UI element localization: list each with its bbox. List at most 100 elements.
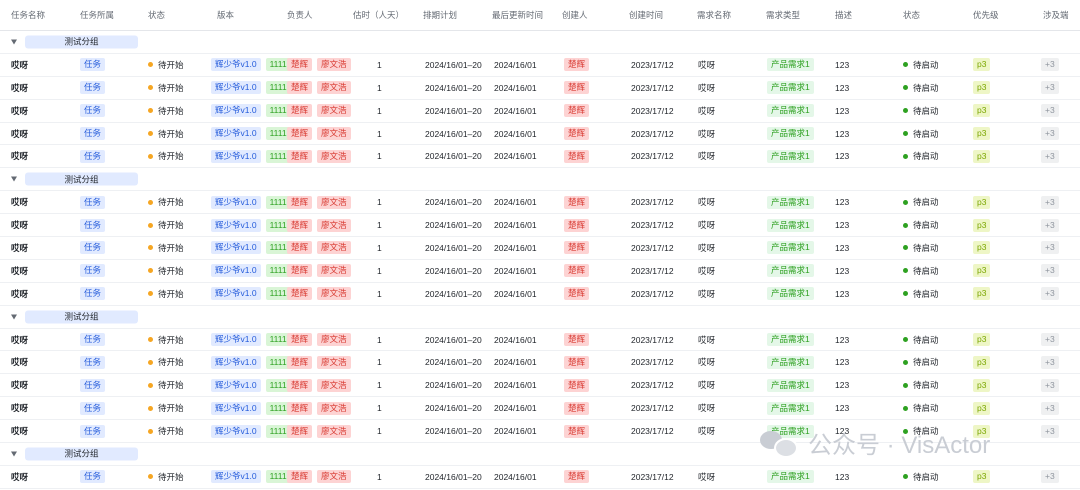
column-header[interactable]: 创建人 [562, 0, 588, 30]
cell-req-name[interactable]: 哎呀 [698, 54, 715, 76]
cell-owner[interactable]: 楚辉 廖文浩 [287, 466, 351, 488]
cell-created[interactable]: 2023/17/12 [631, 351, 674, 373]
cell-status[interactable]: 待开始 [148, 123, 184, 145]
cell-req-name[interactable]: 哎呀 [698, 420, 715, 442]
cell-status[interactable]: 待开始 [148, 54, 184, 76]
cell-schedule[interactable]: 2024/16/01–20 [425, 77, 482, 99]
cell-version[interactable]: 辉少爷v1.0 1111 [211, 260, 291, 282]
cell-task-name[interactable]: 哎呀 [11, 329, 28, 351]
cell-owner[interactable]: 楚辉 廖文浩 [287, 237, 351, 259]
cell-creator[interactable]: 楚辉 [564, 191, 590, 213]
cell-updated[interactable]: 2024/16/01 [494, 145, 537, 167]
caret-down-icon[interactable] [11, 314, 17, 320]
cell-version[interactable]: 辉少爷v1.0 1111 [211, 237, 291, 259]
cell-creator[interactable]: 楚辉 [564, 100, 590, 122]
table-row[interactable]: 哎呀 任务 待开始 辉少爷v1.0 1111 楚辉 廖文浩 1 2024/16/01–20 202… [0, 145, 1080, 169]
cell-created[interactable]: 2023/17/12 [631, 397, 674, 419]
cell-schedule[interactable]: 2024/16/01–20 [425, 260, 482, 282]
cell-created[interactable]: 2023/17/12 [631, 283, 674, 305]
cell-status2[interactable]: 待启动 [903, 397, 939, 419]
cell-owner[interactable]: 楚辉 廖文浩 [287, 374, 351, 396]
cell-version[interactable]: 辉少爷v1.0 1111 [211, 420, 291, 442]
cell-schedule[interactable]: 2024/16/01–20 [425, 191, 482, 213]
group-header[interactable]: 测试分组 [0, 168, 1080, 192]
cell-req-name[interactable]: 哎呀 [698, 466, 715, 488]
group-header[interactable]: 测试分组 [0, 31, 1080, 54]
cell-version[interactable]: 辉少爷v1.0 1111 [211, 329, 291, 351]
cell-belongs[interactable]: 任务 [80, 123, 106, 145]
cell-version[interactable]: 辉少爷v1.0 1111 [211, 397, 291, 419]
caret-down-icon[interactable] [11, 451, 17, 457]
cell-req-name[interactable]: 哎呀 [698, 214, 715, 236]
cell-creator[interactable]: 楚辉 [564, 397, 590, 419]
table-row[interactable]: 哎呀 任务 待开始 辉少爷v1.0 1111 楚辉 廖文浩 1 2024/16/01–20 202… [0, 100, 1080, 123]
cell-owner[interactable]: 楚辉 廖文浩 [287, 329, 351, 351]
cell-version[interactable]: 辉少爷v1.0 1111 [211, 191, 291, 213]
cell-owner[interactable]: 楚辉 廖文浩 [287, 145, 351, 167]
column-header[interactable]: 优先级 [973, 0, 999, 30]
cell-owner[interactable]: 楚辉 廖文浩 [287, 397, 351, 419]
cell-priority[interactable]: p3 [973, 77, 991, 99]
cell-req-type[interactable]: 产品需求1 [767, 466, 814, 488]
cell-belongs[interactable]: 任务 [80, 191, 106, 213]
cell-req-name[interactable]: 哎呀 [698, 374, 715, 396]
cell-belongs[interactable]: 任务 [80, 214, 106, 236]
cell-task-name[interactable]: 哎呀 [11, 397, 28, 419]
cell-platforms[interactable]: +3 [1041, 123, 1059, 145]
cell-status[interactable]: 待开始 [148, 351, 184, 373]
cell-priority[interactable]: p3 [973, 123, 991, 145]
cell-schedule[interactable]: 2024/16/01–20 [425, 397, 482, 419]
table-row[interactable]: 哎呀 任务 待开始 辉少爷v1.0 1111 楚辉 廖文浩 1 2024/16/01–20 202… [0, 374, 1080, 398]
cell-priority[interactable]: p3 [973, 283, 991, 305]
cell-updated[interactable]: 2024/16/01 [494, 283, 537, 305]
cell-estimate[interactable]: 1 [377, 466, 382, 488]
column-header[interactable]: 最后更新时间 [492, 0, 543, 30]
cell-version[interactable]: 辉少爷v1.0 1111 [211, 466, 291, 488]
table-row[interactable]: 哎呀 任务 待开始 辉少爷v1.0 1111 楚辉 廖文浩 1 2024/16/01–20 202… [0, 191, 1080, 215]
table-row[interactable]: 哎呀 任务 待开始 辉少爷v1.0 1111 楚辉 廖文浩 1 2024/16/01–20 202… [0, 260, 1080, 283]
column-header[interactable]: 排期计划 [423, 0, 457, 30]
cell-task-name[interactable]: 哎呀 [11, 237, 28, 259]
cell-estimate[interactable]: 1 [377, 145, 382, 167]
cell-updated[interactable]: 2024/16/01 [494, 237, 537, 259]
cell-platforms[interactable]: +3 [1041, 420, 1059, 442]
cell-status[interactable]: 待开始 [148, 260, 184, 282]
cell-estimate[interactable]: 1 [377, 420, 382, 442]
cell-schedule[interactable]: 2024/16/01–20 [425, 420, 482, 442]
cell-desc[interactable]: 123 [835, 237, 849, 259]
cell-updated[interactable]: 2024/16/01 [494, 397, 537, 419]
cell-req-type[interactable]: 产品需求1 [767, 54, 814, 76]
cell-platforms[interactable]: +3 [1041, 397, 1059, 419]
cell-schedule[interactable]: 2024/16/01–20 [425, 100, 482, 122]
cell-belongs[interactable]: 任务 [80, 466, 106, 488]
cell-desc[interactable]: 123 [835, 214, 849, 236]
cell-owner[interactable]: 楚辉 廖文浩 [287, 283, 351, 305]
cell-belongs[interactable]: 任务 [80, 145, 106, 167]
cell-owner[interactable]: 楚辉 廖文浩 [287, 123, 351, 145]
cell-priority[interactable]: p3 [973, 397, 991, 419]
cell-task-name[interactable]: 哎呀 [11, 123, 28, 145]
cell-status[interactable]: 待开始 [148, 397, 184, 419]
cell-schedule[interactable]: 2024/16/01–20 [425, 374, 482, 396]
cell-estimate[interactable]: 1 [377, 329, 382, 351]
cell-created[interactable]: 2023/17/12 [631, 260, 674, 282]
cell-req-type[interactable]: 产品需求1 [767, 100, 814, 122]
cell-priority[interactable]: p3 [973, 237, 991, 259]
cell-created[interactable]: 2023/17/12 [631, 123, 674, 145]
cell-status2[interactable]: 待启动 [903, 260, 939, 282]
table-row[interactable]: 哎呀 任务 待开始 辉少爷v1.0 1111 楚辉 廖文浩 1 2024/16/01–20 202… [0, 214, 1080, 238]
cell-platforms[interactable]: +3 [1041, 54, 1059, 76]
cell-task-name[interactable]: 哎呀 [11, 145, 28, 167]
cell-estimate[interactable]: 1 [377, 283, 382, 305]
cell-req-type[interactable]: 产品需求1 [767, 374, 814, 396]
cell-version[interactable]: 辉少爷v1.0 1111 [211, 77, 291, 99]
cell-req-name[interactable]: 哎呀 [698, 283, 715, 305]
cell-priority[interactable]: p3 [973, 374, 991, 396]
cell-req-name[interactable]: 哎呀 [698, 397, 715, 419]
caret-down-icon[interactable] [11, 39, 17, 45]
cell-status2[interactable]: 待启动 [903, 329, 939, 351]
cell-req-name[interactable]: 哎呀 [698, 145, 715, 167]
cell-priority[interactable]: p3 [973, 329, 991, 351]
cell-updated[interactable]: 2024/16/01 [494, 214, 537, 236]
cell-version[interactable]: 辉少爷v1.0 1111 [211, 54, 291, 76]
